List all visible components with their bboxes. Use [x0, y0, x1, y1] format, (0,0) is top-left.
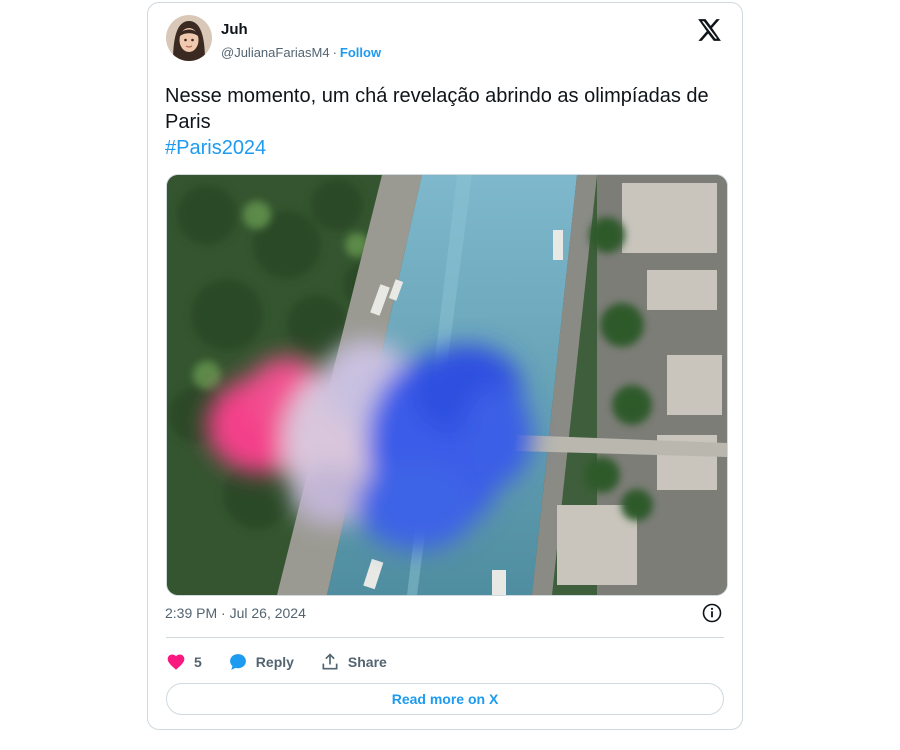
author-handle[interactable]: @JulianaFariasM4 [221, 45, 330, 60]
share-label: Share [347, 654, 387, 670]
like-count: 5 [194, 654, 202, 670]
tweet-timestamp[interactable]: 2:39 PM · Jul 26, 2024 [165, 605, 306, 621]
info-icon[interactable] [702, 603, 722, 623]
divider [166, 637, 724, 638]
tweet-text: Nesse momento, um chá revelação abrindo … [165, 83, 725, 161]
hashtag-link[interactable]: #Paris2024 [165, 135, 725, 161]
author-name[interactable]: Juh [221, 21, 248, 38]
share-icon [322, 653, 338, 670]
reply-bubble-icon [229, 654, 246, 670]
heart-icon [167, 654, 185, 670]
x-logo-icon[interactable] [696, 17, 722, 43]
follow-link[interactable]: Follow [340, 45, 381, 60]
tweet-body: Nesse momento, um chá revelação abrindo … [165, 85, 709, 133]
handle-separator: · [332, 45, 337, 60]
handle-row: @JulianaFariasM4 · Follow [221, 45, 381, 60]
read-more-button[interactable]: Read more on X [166, 683, 724, 715]
tweet-card: Juh @JulianaFariasM4 · Follow Nesse moment… [147, 2, 743, 730]
reply-button[interactable]: Reply [228, 652, 294, 672]
avatar[interactable] [166, 15, 212, 61]
share-button[interactable]: Share [320, 652, 387, 672]
action-bar: 5 Reply Share [166, 649, 413, 675]
like-button[interactable]: 5 [166, 652, 202, 672]
tweet-media-image[interactable] [166, 174, 728, 596]
reply-label: Reply [255, 654, 294, 670]
